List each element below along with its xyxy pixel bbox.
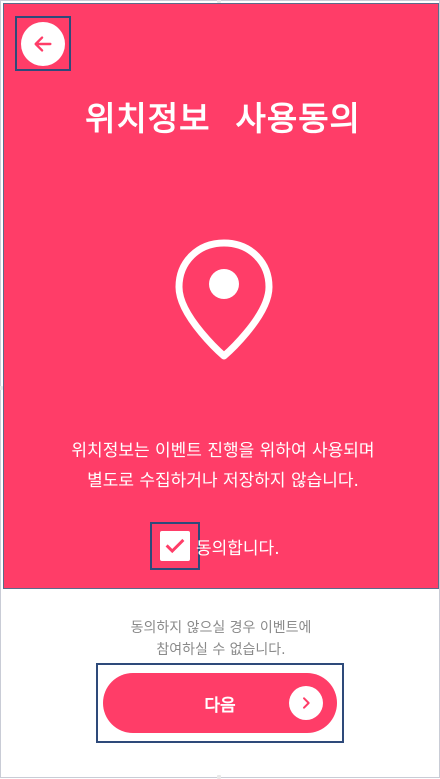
checkbox-box[interactable] (160, 531, 190, 561)
back-button-circle[interactable] (21, 21, 65, 66)
consent-checkbox[interactable] (150, 522, 200, 570)
checkmark-icon (165, 538, 185, 554)
page-title: 위치정보 사용동의 (85, 99, 361, 138)
next-button-label: 다음 (204, 695, 236, 716)
next-button[interactable]: 다음 (103, 673, 337, 733)
chevron-right-icon (303, 697, 310, 709)
description-line-2: 별도로 수집하거나 저장하지 않습니다. (87, 471, 359, 491)
next-button-wrapper[interactable]: 다음 (96, 663, 344, 743)
notice-line-1: 동의하지 않으실 경우 이벤트에 (130, 620, 312, 636)
screen-frame: 위치정보 사용동의 위치정보는 이벤트 진행을 위하여 사용되며 별도로 수집하… (0, 0, 440, 779)
location-pin-icon (175, 239, 273, 360)
consent-row[interactable]: 동의합니다. (150, 522, 280, 570)
consent-panel: 위치정보 사용동의 위치정보는 이벤트 진행을 위하여 사용되며 별도로 수집하… (3, 3, 439, 589)
consent-notice: 동의하지 않으실 경우 이벤트에 참여하실 수 없습니다. (1, 617, 440, 661)
notice-line-2: 참여하실 수 없습니다. (156, 642, 286, 658)
resize-handle-bottom (217, 775, 221, 779)
back-button[interactable] (15, 16, 71, 71)
next-arrow-circle (289, 686, 323, 720)
consent-label[interactable]: 동의합니다. (196, 534, 280, 559)
description: 위치정보는 이벤트 진행을 위하여 사용되며 별도로 수집하거나 저장하지 않습… (4, 436, 440, 496)
description-line-1: 위치정보는 이벤트 진행을 위하여 사용되며 (71, 441, 375, 461)
arrow-left-icon (34, 35, 52, 52)
